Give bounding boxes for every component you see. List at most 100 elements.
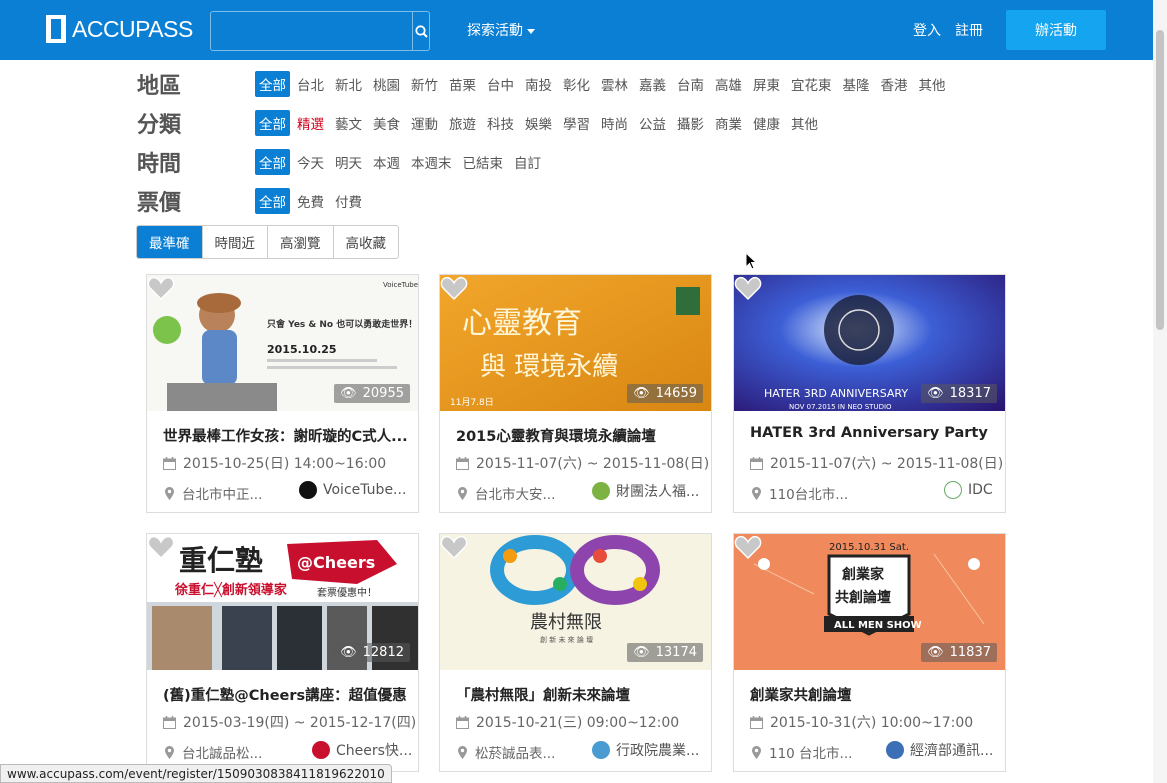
event-organizer[interactable]: 財團法人福... xyxy=(592,481,699,501)
filter-option-category[interactable]: 科技 xyxy=(483,110,518,136)
filter-option-time[interactable]: 已結束 xyxy=(459,149,508,175)
event-card[interactable]: 2015.10.31 Sat. 創業家 共創論壇 ALL MEN SHOW 👁 1… xyxy=(733,533,1006,772)
top-navbar: ACCUPASS 探索活動 登入 註冊 辦活動 xyxy=(0,0,1167,60)
filter-option-region[interactable]: 彰化 xyxy=(559,71,594,97)
filter-option-region[interactable]: 桃園 xyxy=(369,71,404,97)
filter-option-region[interactable]: 新竹 xyxy=(407,71,442,97)
view-count-badge: 👁 20955 xyxy=(334,384,410,403)
filter-option-time[interactable]: 本週 xyxy=(369,149,404,175)
event-card[interactable]: 重仁塾 @Cheers 徐重仁╳創新領導家 套票優惠中！ 👁 12812 (舊)重… xyxy=(146,533,419,772)
filter-option-time[interactable]: 今天 xyxy=(293,149,328,175)
filter-option-time[interactable]: 全部 xyxy=(255,149,290,175)
sort-tab[interactable]: 高瀏覽 xyxy=(268,226,334,258)
filter-option-region[interactable]: 南投 xyxy=(521,71,556,97)
event-organizer[interactable]: 行政院農業... xyxy=(592,740,699,760)
event-date-text: 2015-10-31(六) 10:00~17:00 xyxy=(770,715,974,731)
filter-option-region[interactable]: 宜花東 xyxy=(787,71,836,97)
filter-option-region[interactable]: 雲林 xyxy=(597,71,632,97)
filter-option-category[interactable]: 商業 xyxy=(711,110,746,136)
filter-option-category[interactable]: 攝影 xyxy=(673,110,708,136)
filter-option-time[interactable]: 本週末 xyxy=(407,149,456,175)
event-organizer[interactable]: 經濟部通訊... xyxy=(886,740,993,760)
event-title[interactable]: (舊)重仁塾@Cheers講座：超值優惠... xyxy=(163,684,408,705)
register-link[interactable]: 註冊 xyxy=(955,20,983,40)
filter-option-region[interactable]: 苗栗 xyxy=(445,71,480,97)
filter-option-region[interactable]: 新北 xyxy=(331,71,366,97)
filter-option-category[interactable]: 健康 xyxy=(749,110,784,136)
filter-option-category[interactable]: 時尚 xyxy=(597,110,632,136)
filter-option-category[interactable]: 精選 xyxy=(293,110,328,136)
filter-option-region[interactable]: 基隆 xyxy=(839,71,874,97)
favorite-heart-icon[interactable] xyxy=(147,275,175,301)
event-organizer[interactable]: Cheers快... xyxy=(312,740,412,760)
organizer-name: 財團法人福... xyxy=(616,484,700,500)
image-title-line2: 與 環境永續 xyxy=(480,352,618,382)
scrollbar-thumb[interactable] xyxy=(1156,30,1164,330)
filter-option-category[interactable]: 學習 xyxy=(559,110,594,136)
view-count-badge: 👁 14659 xyxy=(627,384,703,403)
filter-option-category[interactable]: 旅遊 xyxy=(445,110,480,136)
favorite-heart-icon[interactable] xyxy=(734,534,762,560)
map-pin-icon xyxy=(458,486,467,500)
calendar-icon xyxy=(750,456,763,470)
sort-tab[interactable]: 最準確 xyxy=(137,226,203,258)
favorite-heart-icon[interactable] xyxy=(440,275,468,301)
filter-option-category[interactable]: 運動 xyxy=(407,110,442,136)
filter-option-region[interactable]: 香港 xyxy=(877,71,912,97)
filter-title-category: 分類 xyxy=(137,113,182,138)
filter-option-region[interactable]: 高雄 xyxy=(711,71,746,97)
filter-option-price[interactable]: 免費 xyxy=(293,188,328,214)
logo-text: ACCUPASS xyxy=(72,15,193,42)
login-link[interactable]: 登入 xyxy=(913,20,941,40)
filter-option-category[interactable]: 藝文 xyxy=(331,110,366,136)
search-button[interactable] xyxy=(412,12,429,50)
event-title[interactable]: 世界最棒工作女孩：謝昕璇的C式人... xyxy=(163,425,408,446)
filter-title-region: 地區 xyxy=(137,74,182,99)
event-card[interactable]: HATER 3RD ANNIVERSARY NOV 07.2015 IN NEO… xyxy=(733,274,1006,513)
page-scrollbar[interactable] xyxy=(1153,0,1167,783)
filter-option-category[interactable]: 其他 xyxy=(787,110,822,136)
event-card[interactable]: 農村無限 創 新 未 來 論 壇 👁 13174 「農村無限」創新未來論壇 201… xyxy=(439,533,712,772)
filter-option-category[interactable]: 娛樂 xyxy=(521,110,556,136)
map-pin-icon xyxy=(165,486,174,500)
image-title: 重仁塾 xyxy=(179,544,263,577)
filter-option-price[interactable]: 全部 xyxy=(255,188,290,214)
event-title[interactable]: 「農村無限」創新未來論壇 xyxy=(456,684,701,705)
event-organizer[interactable]: VoiceTube... xyxy=(299,481,406,499)
filter-option-region[interactable]: 台北 xyxy=(293,71,328,97)
filter-option-region[interactable]: 其他 xyxy=(915,71,950,97)
filter-option-time[interactable]: 自訂 xyxy=(510,149,545,175)
event-organizer[interactable]: IDC xyxy=(944,481,993,499)
explore-events-dropdown[interactable]: 探索活動 xyxy=(467,20,535,40)
event-date: 2015-10-25(日) 14:00~16:00 xyxy=(163,453,386,473)
filter-option-category[interactable]: 美食 xyxy=(369,110,404,136)
event-card[interactable]: 只會 Yes & No 也可以勇敢走世界！ 2015.10.25 VoiceTu… xyxy=(146,274,419,513)
filter-option-region[interactable]: 嘉義 xyxy=(635,71,670,97)
favorite-heart-icon[interactable] xyxy=(147,534,175,560)
image-brand: VoiceTube xyxy=(383,281,418,289)
filter-option-region[interactable]: 屏東 xyxy=(749,71,784,97)
filter-option-category[interactable]: 全部 xyxy=(255,110,290,136)
filter-option-region[interactable]: 全部 xyxy=(255,71,290,97)
filter-option-price[interactable]: 付費 xyxy=(331,188,366,214)
event-location: 松菸誠品表... xyxy=(458,742,555,762)
favorite-heart-icon[interactable] xyxy=(734,275,762,301)
calendar-icon xyxy=(456,715,469,729)
filter-option-region[interactable]: 台中 xyxy=(483,71,518,97)
sort-tab[interactable]: 時間近 xyxy=(203,226,268,258)
event-title[interactable]: HATER 3rd Anniversary Party xyxy=(750,425,995,441)
favorite-heart-icon[interactable] xyxy=(440,534,468,560)
event-title[interactable]: 2015心靈教育與環境永續論壇 xyxy=(456,425,701,446)
event-card[interactable]: 心靈教育 與 環境永續 11月7.8日 👁 14659 2015心靈教育與環境永續… xyxy=(439,274,712,513)
event-title[interactable]: 創業家共創論壇 xyxy=(750,684,995,705)
accupass-logo[interactable]: ACCUPASS xyxy=(46,14,193,44)
event-image: HATER 3RD ANNIVERSARY NOV 07.2015 IN NEO… xyxy=(734,275,1005,411)
filter-option-region[interactable]: 台南 xyxy=(673,71,708,97)
filter-option-category[interactable]: 公益 xyxy=(635,110,670,136)
filter-option-time[interactable]: 明天 xyxy=(331,149,366,175)
sort-tab[interactable]: 高收藏 xyxy=(334,226,399,258)
image-subtitle: NOV 07.2015 IN NEO STUDIO xyxy=(789,403,892,411)
image-headline: 只會 Yes & No 也可以勇敢走世界！ xyxy=(267,318,417,330)
search-input[interactable] xyxy=(211,12,412,50)
host-event-button[interactable]: 辦活動 xyxy=(1006,10,1106,50)
